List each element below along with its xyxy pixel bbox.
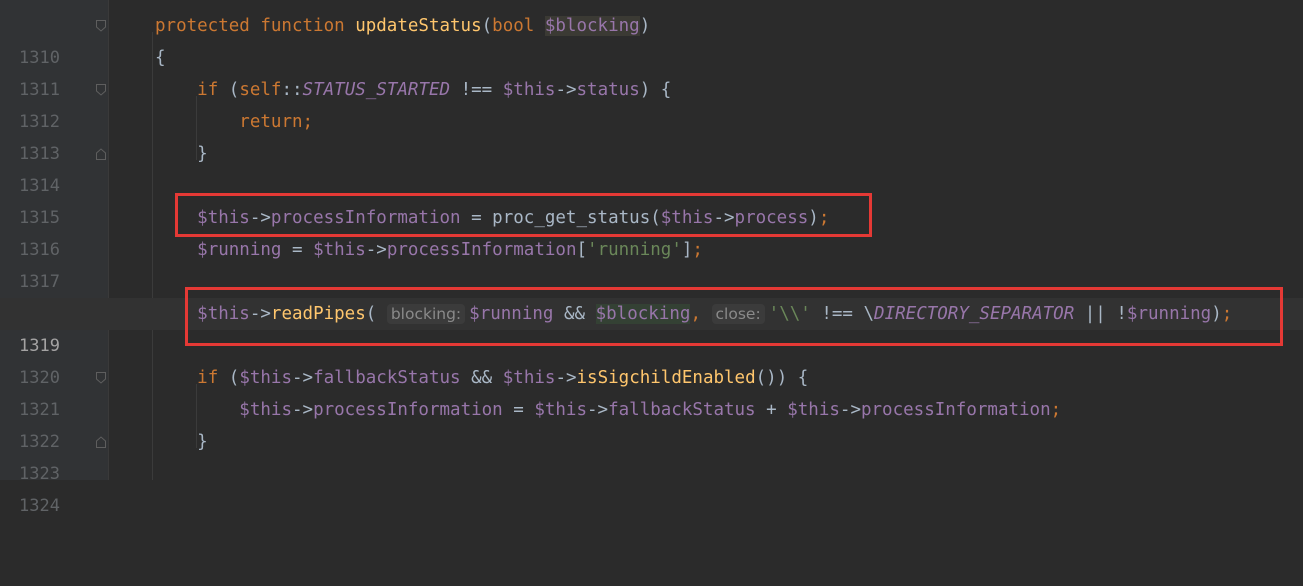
code-line[interactable]: 1311 { xyxy=(0,42,1303,100)
code-line[interactable]: 1312 if (self::STATUS_STARTED !== $this-… xyxy=(0,74,1303,132)
fold-marker-icon[interactable] xyxy=(96,436,106,448)
fold-marker-icon[interactable] xyxy=(96,84,106,96)
code-text: $running = $this->processInformation['ru… xyxy=(197,240,703,260)
code-text: if ($this->fallbackStatus && $this->isSi… xyxy=(197,368,809,388)
line-number: 1324 xyxy=(19,496,60,516)
code-line[interactable]: 1310 protected function updateStatus(boo… xyxy=(0,10,1303,68)
code-line[interactable]: 1317 $running = $this->processInformatio… xyxy=(0,234,1303,292)
code-line[interactable]: 1324 xyxy=(0,458,1303,516)
code-text: { xyxy=(155,48,166,68)
code-line[interactable]: 1321 if ($this->fallbackStatus && $this-… xyxy=(0,362,1303,420)
code-line[interactable]: 1314 } xyxy=(0,138,1303,196)
highlight-box-proc-get-status xyxy=(175,193,872,237)
fold-marker-icon[interactable] xyxy=(96,20,106,32)
fold-marker-icon[interactable] xyxy=(96,148,106,160)
code-text: $this->processInformation = $this->fallb… xyxy=(239,400,1062,420)
code-text: } xyxy=(155,144,208,164)
code-line[interactable]: 1313 return; xyxy=(0,106,1303,164)
code-line[interactable]: 1322 $this->processInformation = $this->… xyxy=(0,394,1303,452)
code-editor[interactable]: 1310 protected function updateStatus(boo… xyxy=(0,0,1303,516)
code-text: protected function updateStatus(bool $bl… xyxy=(155,16,651,36)
code-text: return; xyxy=(239,112,314,132)
code-text: if (self::STATUS_STARTED !== $this->stat… xyxy=(197,80,672,100)
fold-marker-icon[interactable] xyxy=(96,372,106,384)
code-line[interactable]: 1323 } xyxy=(0,426,1303,484)
highlight-box-read-pipes xyxy=(185,287,1283,346)
code-text: } xyxy=(155,432,208,452)
